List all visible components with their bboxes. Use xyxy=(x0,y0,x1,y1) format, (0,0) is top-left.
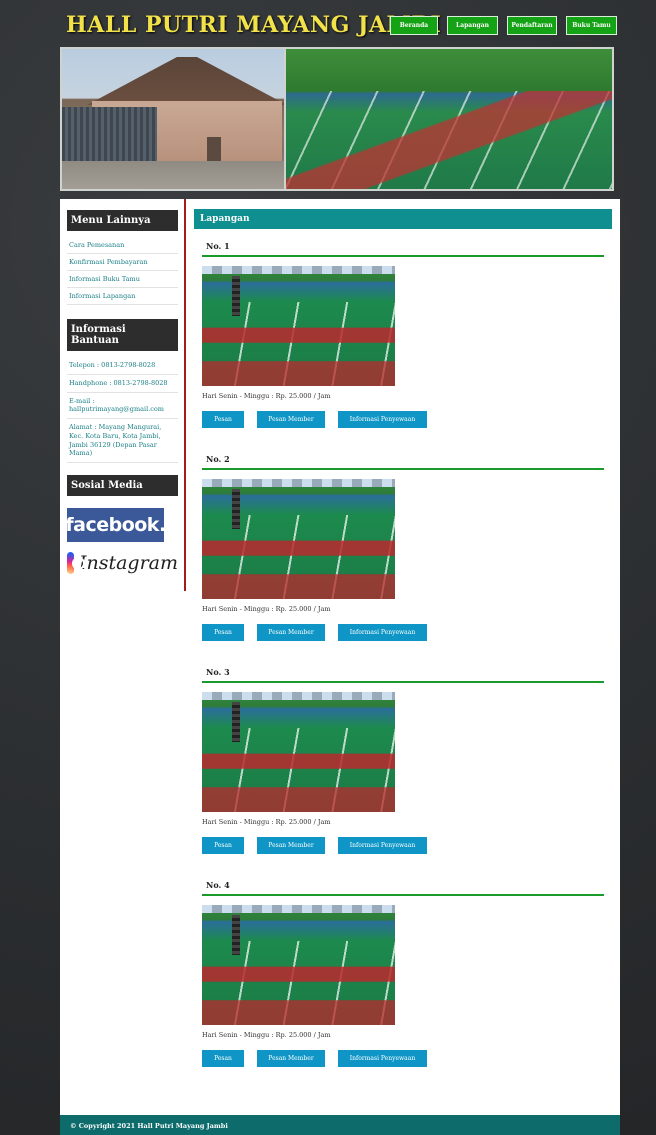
nav-lapangan[interactable]: Lapangan xyxy=(447,16,498,35)
court-interior-photo xyxy=(286,49,612,189)
pesan-member-button[interactable]: Pesan Member xyxy=(257,837,325,854)
sidebar-item-informasi-buku-tamu[interactable]: Informasi Buku Tamu xyxy=(67,271,178,288)
content-card: Menu Lainnya Cara Pemesanan Konfirmasi P… xyxy=(60,199,620,1121)
pesan-button[interactable]: Pesan xyxy=(202,1050,244,1067)
court-photo xyxy=(202,692,395,812)
building-photo xyxy=(62,49,284,189)
menu-heading: Menu Lainnya xyxy=(67,210,178,231)
court-photo xyxy=(202,479,395,599)
court-card: No. 2 Hari Senin - Minggu : Rp. 25.000 /… xyxy=(202,454,612,641)
sidebar-item-informasi-lapangan[interactable]: Informasi Lapangan xyxy=(67,288,178,305)
social-heading: Sosial Media xyxy=(67,475,178,497)
pesan-button[interactable]: Pesan xyxy=(202,837,244,854)
nav-pendaftaran[interactable]: Pendaftaran xyxy=(507,16,557,35)
informasi-penyewaan-button[interactable]: Informasi Penyewaan xyxy=(338,411,427,428)
court-title: No. 3 xyxy=(202,667,604,683)
instagram-link[interactable]: Instagram xyxy=(67,552,178,575)
vertical-divider xyxy=(184,199,186,591)
court-card: No. 3 Hari Senin - Minggu : Rp. 25.000 /… xyxy=(202,667,612,854)
sidebar-item-cara-pemesanan[interactable]: Cara Pemesanan xyxy=(67,237,178,254)
nav-buku-tamu[interactable]: Buku Tamu xyxy=(566,16,617,35)
help-heading: Informasi Bantuan xyxy=(67,319,178,351)
header-banner xyxy=(60,47,614,191)
court-title: No. 2 xyxy=(202,454,604,470)
help-handphone: Handphone : 0813-2798-8028 xyxy=(67,375,178,393)
court-title: No. 1 xyxy=(202,241,604,257)
informasi-penyewaan-button[interactable]: Informasi Penyewaan xyxy=(338,837,427,854)
court-title: No. 4 xyxy=(202,880,604,896)
court-photo xyxy=(202,905,395,1025)
page-title: Lapangan xyxy=(194,209,612,229)
sidebar: Menu Lainnya Cara Pemesanan Konfirmasi P… xyxy=(65,210,178,575)
court-price: Hari Senin - Minggu : Rp. 25.000 / Jam xyxy=(202,818,331,826)
nav-beranda[interactable]: Beranda xyxy=(390,16,438,35)
court-card: No. 4 Hari Senin - Minggu : Rp. 25.000 /… xyxy=(202,880,612,1067)
main-content: Lapangan No. 1 Hari Senin - Minggu : Rp.… xyxy=(194,209,612,1067)
help-alamat: Alamat : Mayang Mangurai, Kec. Kota Baru… xyxy=(67,419,178,464)
pesan-member-button[interactable]: Pesan Member xyxy=(257,1050,325,1067)
instagram-icon xyxy=(67,552,85,575)
facebook-logo[interactable]: facebook. xyxy=(65,508,166,543)
site-title: HALL PUTRI MAYANG JAMBI xyxy=(66,12,442,38)
informasi-penyewaan-button[interactable]: Informasi Penyewaan xyxy=(338,1050,427,1067)
help-email: E-mail : hallputrimayang@gmail.com xyxy=(67,393,178,420)
help-telepon: Telepon : 0813-2798-8028 xyxy=(67,357,178,375)
pesan-button[interactable]: Pesan xyxy=(202,624,244,641)
informasi-penyewaan-button[interactable]: Informasi Penyewaan xyxy=(338,624,427,641)
court-photo xyxy=(202,266,395,386)
court-price: Hari Senin - Minggu : Rp. 25.000 / Jam xyxy=(202,1031,331,1039)
pesan-member-button[interactable]: Pesan Member xyxy=(257,624,325,641)
sidebar-item-konfirmasi-pembayaran[interactable]: Konfirmasi Pembayaran xyxy=(67,254,178,271)
copyright-text: © Copyright 2021 Hall Putri Mayang Jambi xyxy=(70,1122,228,1130)
court-price: Hari Senin - Minggu : Rp. 25.000 / Jam xyxy=(202,392,331,400)
court-card: No. 1 Hari Senin - Minggu : Rp. 25.000 /… xyxy=(202,241,612,428)
pesan-button[interactable]: Pesan xyxy=(202,411,244,428)
top-nav: Beranda Lapangan Pendaftaran Buku Tamu xyxy=(390,16,617,35)
footer: © Copyright 2021 Hall Putri Mayang Jambi xyxy=(60,1115,620,1135)
instagram-label: Instagram xyxy=(78,552,178,575)
pesan-member-button[interactable]: Pesan Member xyxy=(257,411,325,428)
court-price: Hari Senin - Minggu : Rp. 25.000 / Jam xyxy=(202,605,331,613)
